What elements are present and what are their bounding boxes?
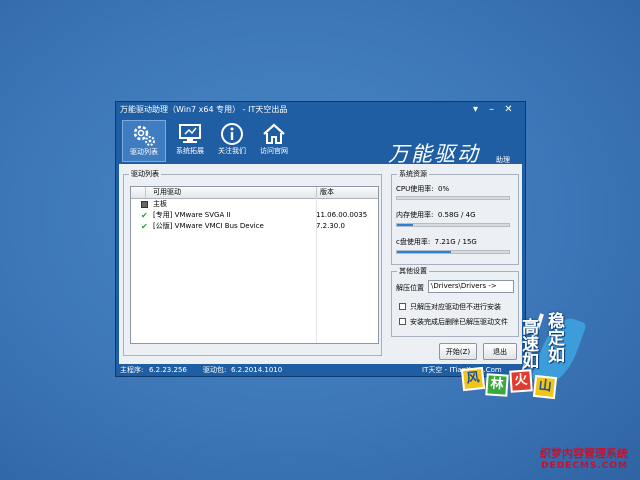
- table-row[interactable]: ✔ [专用] VMware SVGA II 11.06.00.0035: [131, 210, 378, 221]
- table-header: 可用驱动 版本: [131, 187, 378, 199]
- checkmark-icon[interactable]: ✔: [141, 221, 148, 232]
- driver-name: [公版] VMware VMCI Bus Device: [153, 222, 264, 230]
- option-extract-only-label: 只解压对应驱动但不进行安装: [410, 303, 501, 311]
- menu-icon[interactable]: ▾: [469, 103, 482, 116]
- group-title: 系统资源: [397, 169, 429, 179]
- toolbar-label: 关注我们: [218, 147, 246, 155]
- toolbar-follow-us[interactable]: 关注我们: [210, 120, 254, 162]
- disk-usage-label: c盘使用率: 7.21G / 15G: [396, 237, 477, 247]
- group-label: 主板: [153, 200, 167, 208]
- main-program-version: 6.2.23.256: [149, 366, 187, 374]
- checkmark-icon[interactable]: ✔: [141, 210, 148, 221]
- driver-list-group: 驱动列表 可用驱动 版本 主板 ✔ [专用] VMware SVGA II 11…: [123, 169, 382, 356]
- toolbar-driver-list[interactable]: 驱动列表: [122, 120, 166, 162]
- driver-name: [专用] VMware SVGA II: [153, 211, 231, 219]
- cpu-usage-label: CPU使用率: 0%: [396, 184, 449, 194]
- table-row[interactable]: ✔ [公版] VMware VMCI Bus Device 7.2.30.0: [131, 221, 378, 232]
- toolbar-label: 访问官网: [260, 147, 288, 155]
- column-header-driver[interactable]: 可用驱动: [153, 187, 181, 198]
- option-extract-only-checkbox[interactable]: [399, 303, 406, 310]
- toolbar-label: 系统拓展: [176, 147, 204, 155]
- logo-text-1: 高速如: [522, 318, 539, 372]
- logo-text-2: 稳定如: [548, 312, 565, 366]
- system-resources-group: 系统资源 CPU使用率: 0% 内存使用率: 0.58G / 4G c盘使用率:…: [391, 169, 519, 265]
- logo-tile-huo: 火: [509, 369, 533, 393]
- memory-usage-bar: [396, 223, 510, 227]
- cpu-value: 0%: [438, 185, 450, 193]
- close-icon[interactable]: ✕: [502, 103, 515, 116]
- minimize-icon[interactable]: –: [485, 103, 498, 116]
- extract-location-field[interactable]: \Drivers\Drivers ->: [428, 280, 514, 293]
- toolbar-system-extend[interactable]: 系统拓展: [168, 120, 212, 162]
- driver-package-version: 6.2.2014.1010: [231, 366, 283, 374]
- header-spacer: [135, 187, 146, 198]
- gears-icon: [133, 125, 155, 146]
- disk-usage-bar: [396, 250, 510, 254]
- toolbar-visit-site[interactable]: 访问官网: [252, 120, 296, 162]
- cpu-usage-bar: [396, 196, 510, 200]
- driver-table: 可用驱动 版本 主板 ✔ [专用] VMware SVGA II 11.06.0…: [130, 186, 379, 344]
- memory-usage-label: 内存使用率: 0.58G / 4G: [396, 210, 476, 220]
- driver-package-label: 驱动包:: [203, 366, 227, 374]
- disk-value: 7.21G / 15G: [434, 238, 477, 246]
- logo-tile-lin: 林: [485, 373, 509, 397]
- extract-location-label: 解压位置: [396, 284, 424, 292]
- group-title: 驱动列表: [129, 169, 161, 179]
- option-delete-after-checkbox[interactable]: [399, 318, 406, 325]
- mem-fill: [397, 224, 414, 226]
- mem-value: 0.58G / 4G: [437, 211, 476, 219]
- column-header-version[interactable]: 版本: [316, 187, 334, 198]
- collapse-icon[interactable]: [141, 201, 148, 208]
- logo-tile-feng: 风: [460, 366, 486, 392]
- disk-label: c盘使用率:: [396, 238, 431, 246]
- watermark: 织梦内容管理系统 DEDECMS.COM: [540, 445, 628, 471]
- fenglin-logo: 高速如 稳定如 风 林 火 山: [432, 312, 622, 413]
- watermark-line2: DEDECMS.COM: [541, 461, 628, 471]
- mem-label: 内存使用率:: [396, 211, 434, 219]
- toolbar: 驱动列表 系统拓展 关注我们 访问官网 万能驱动 助理: [116, 118, 525, 166]
- cpu-label: CPU使用率:: [396, 185, 434, 193]
- home-icon: [263, 123, 285, 144]
- window-title: 万能驱动助理（Win7 x64 专用） - IT天空出品: [120, 105, 288, 114]
- toolbar-label: 驱动列表: [130, 148, 158, 156]
- title-bar: 万能驱动助理（Win7 x64 专用） - IT天空出品 ▾ – ✕: [116, 102, 525, 118]
- driver-version: 11.06.00.0035: [316, 211, 368, 219]
- driver-version: 7.2.30.0: [316, 222, 345, 230]
- info-icon: [221, 123, 243, 145]
- disk-fill: [397, 251, 451, 253]
- watermark-line1: 织梦内容管理系统: [540, 447, 628, 460]
- logo-tile-shan: 山: [532, 374, 558, 400]
- main-program-label: 主程序:: [120, 366, 144, 374]
- group-title: 其他设置: [397, 266, 429, 276]
- column-divider: [316, 198, 317, 343]
- monitor-icon: [179, 124, 201, 143]
- group-row[interactable]: 主板: [131, 199, 378, 210]
